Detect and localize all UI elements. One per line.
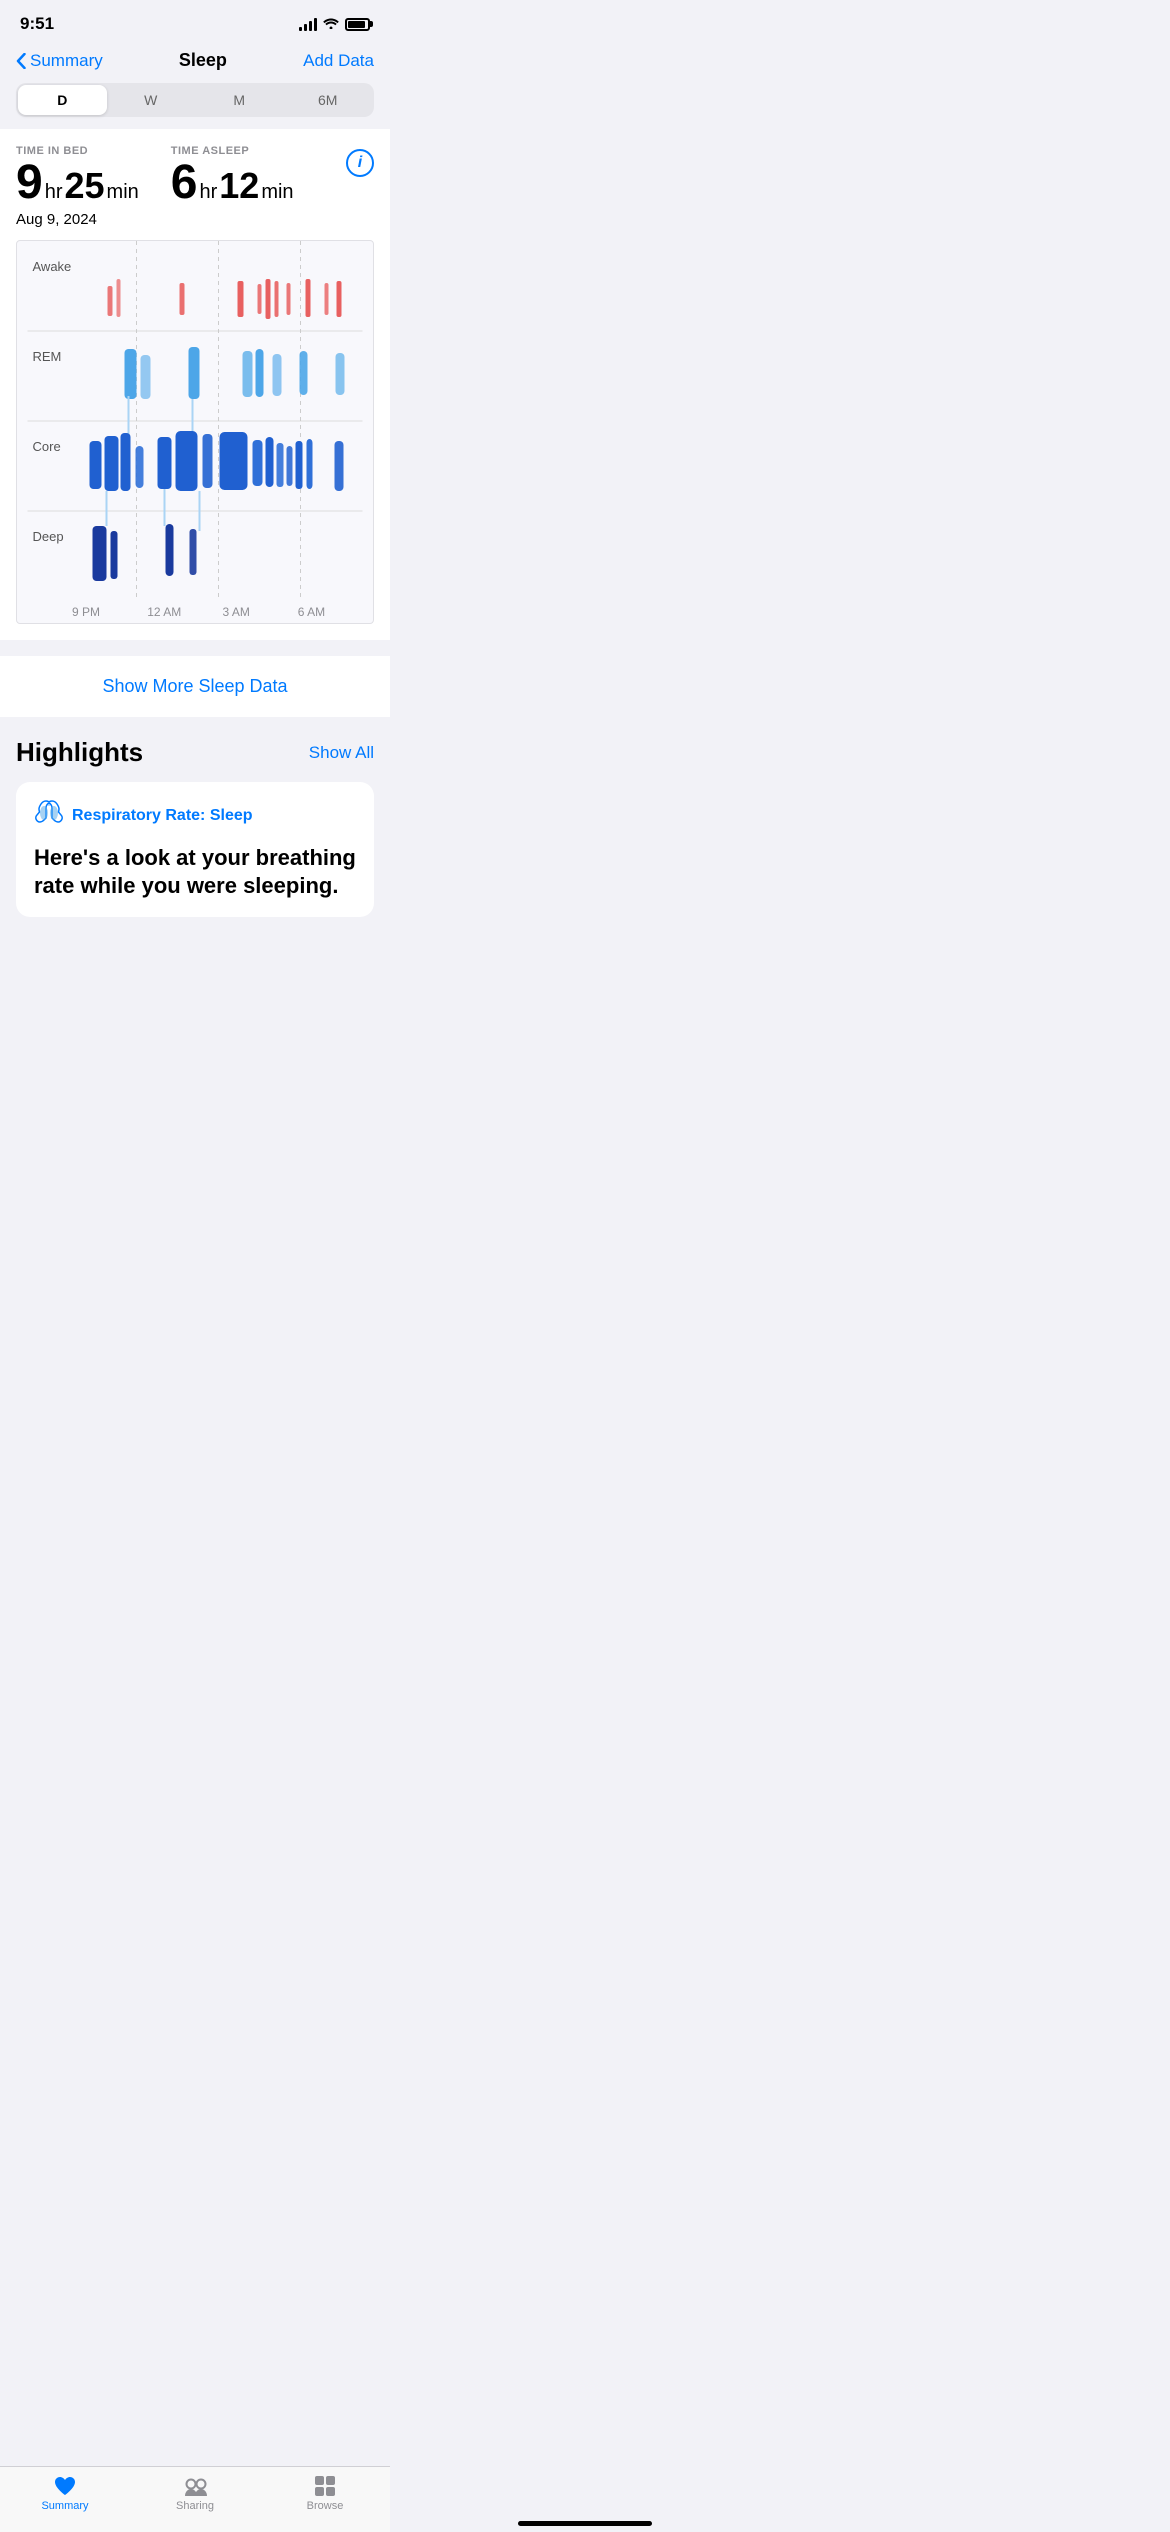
time-in-bed-min: 25 <box>65 165 105 207</box>
hr-unit-1: hr <box>45 181 63 204</box>
battery-icon <box>345 18 370 31</box>
time-segment-control[interactable]: D W M 6M <box>16 83 374 117</box>
highlights-title: Highlights <box>16 737 143 768</box>
segment-item-m[interactable]: M <box>195 85 284 115</box>
svg-text:Awake: Awake <box>33 259 72 274</box>
segment-item-w[interactable]: W <box>107 85 196 115</box>
time-tick-3am: 3 AM <box>223 605 298 619</box>
highlight-card-title: Respiratory Rate: Sleep <box>72 807 253 825</box>
highlights-header: Highlights Show All <box>16 737 374 768</box>
sharing-icon <box>181 2475 209 2497</box>
home-indicator <box>518 2521 652 2526</box>
svg-text:REM: REM <box>33 349 62 364</box>
status-icons <box>299 16 370 32</box>
tab-summary-label: Summary <box>41 2500 88 2512</box>
sleep-chart-svg: Awake REM Core Deep <box>17 241 373 601</box>
tab-browse[interactable]: Browse <box>285 2475 365 2512</box>
add-data-button[interactable]: Add Data <box>303 51 374 71</box>
sleep-card: TIME IN BED 9 hr 25 min TIME ASLEEP 6 hr <box>0 129 390 640</box>
status-time: 9:51 <box>20 14 54 34</box>
highlight-card-text: Here's a look at your breathing rate whi… <box>34 844 356 899</box>
tab-summary[interactable]: Summary <box>25 2475 105 2512</box>
status-bar: 9:51 <box>0 0 390 42</box>
tab-sharing[interactable]: Sharing <box>155 2475 235 2512</box>
svg-text:Core: Core <box>33 439 61 454</box>
back-label: Summary <box>30 51 103 71</box>
time-tick-12am: 12 AM <box>147 605 222 619</box>
page-title: Sleep <box>179 50 227 71</box>
sleep-date: Aug 9, 2024 <box>16 211 374 228</box>
respiratory-highlight-card[interactable]: Respiratory Rate: Sleep Here's a look at… <box>16 782 374 917</box>
highlight-card-header: Respiratory Rate: Sleep <box>34 800 356 832</box>
segment-container: D W M 6M <box>0 83 390 129</box>
info-button[interactable]: i <box>346 149 374 177</box>
time-asleep-value: 6 hr 12 min <box>171 159 294 207</box>
browse-icon <box>311 2475 339 2497</box>
tab-browse-label: Browse <box>307 2500 344 2512</box>
tab-sharing-label: Sharing <box>176 2500 214 2512</box>
hr-unit-2: hr <box>199 181 217 204</box>
heart-icon <box>51 2475 79 2497</box>
svg-text:Deep: Deep <box>33 529 64 544</box>
sleep-chart: Awake REM Core Deep <box>16 240 374 624</box>
show-all-button[interactable]: Show All <box>309 743 374 763</box>
min-unit-2: min <box>261 181 293 204</box>
min-unit-1: min <box>107 181 139 204</box>
time-in-bed-group: TIME IN BED 9 hr 25 min <box>16 145 139 207</box>
signal-icon <box>299 17 317 31</box>
segment-item-6m[interactable]: 6M <box>284 85 373 115</box>
show-more-button[interactable]: Show More Sleep Data <box>0 656 390 717</box>
time-asleep-hr: 6 <box>171 159 198 207</box>
time-tick-9pm: 9 PM <box>72 605 147 619</box>
highlights-section: Highlights Show All Respiratory Rate: Sl… <box>0 717 390 917</box>
nav-header: Summary Sleep Add Data <box>0 42 390 83</box>
tab-bar: Summary Sharing Browse <box>0 2466 390 2532</box>
time-asleep-min: 12 <box>219 165 259 207</box>
time-tick-6am: 6 AM <box>298 605 373 619</box>
lung-icon <box>34 800 64 832</box>
time-in-bed-hr: 9 <box>16 159 43 207</box>
time-asleep-group: TIME ASLEEP 6 hr 12 min <box>171 145 294 207</box>
back-button[interactable]: Summary <box>16 51 103 71</box>
time-in-bed-value: 9 hr 25 min <box>16 159 139 207</box>
chart-time-axis: 9 PM 12 AM 3 AM 6 AM <box>17 601 373 623</box>
segment-item-d[interactable]: D <box>18 85 107 115</box>
wifi-icon <box>323 16 339 32</box>
